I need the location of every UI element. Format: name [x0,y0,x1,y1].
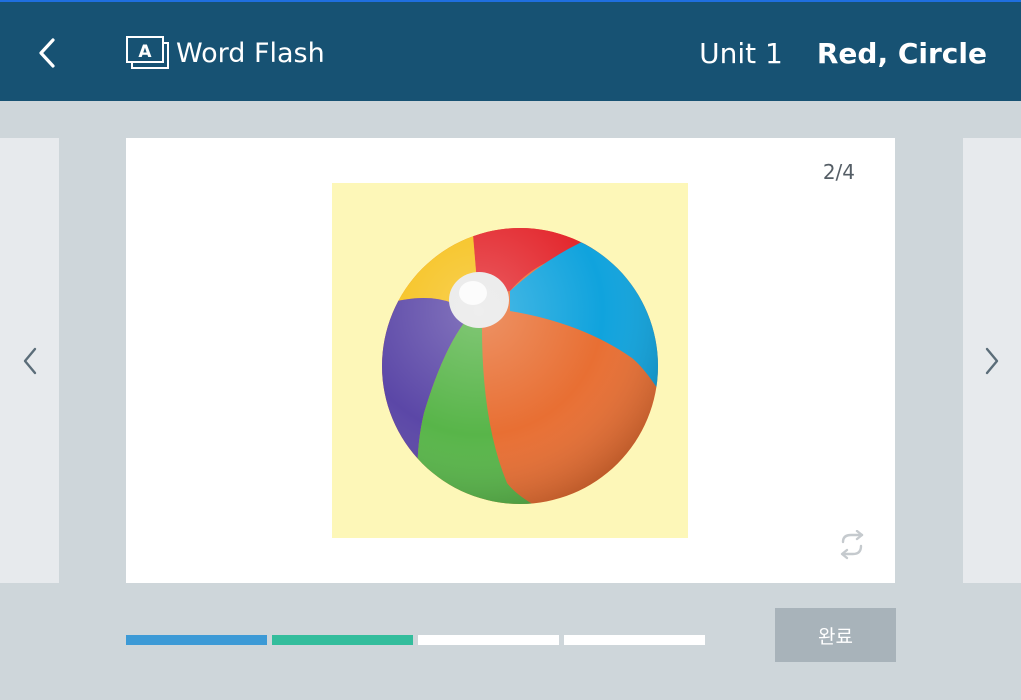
app-title-group: A Word Flash [126,34,325,72]
unit-info: Unit 1 Red, Circle [699,32,987,74]
card-image [332,183,688,538]
progress-bar [126,635,710,645]
word-flash-app: A Word Flash Unit 1 Red, Circle 2/4 완료 [0,0,1021,700]
chevron-right-icon [985,347,999,374]
progress-segment-pending [564,635,705,645]
chevron-left-icon [23,347,36,374]
progress-segment-pending [418,635,559,645]
flip-card-button[interactable] [832,528,872,562]
beach-ball-image [382,228,658,504]
flash-card[interactable]: 2/4 [126,138,895,583]
page-counter: 2/4 [822,160,855,184]
prev-card-button[interactable] [0,138,59,583]
progress-segment-current [272,635,413,645]
progress-segment-done [126,635,267,645]
chevron-left-icon [39,38,55,68]
done-button[interactable]: 완료 [775,608,896,662]
app-title: Word Flash [176,37,325,69]
back-button[interactable] [26,32,68,74]
header-bar: A Word Flash Unit 1 Red, Circle [0,2,1021,101]
unit-label: Unit 1 [699,36,783,70]
next-card-button[interactable] [963,138,1021,583]
flashcard-a-icon: A [126,36,169,69]
svg-text:A: A [138,42,152,62]
unit-topic: Red, Circle [816,36,987,70]
flip-rotate-icon [840,530,864,560]
